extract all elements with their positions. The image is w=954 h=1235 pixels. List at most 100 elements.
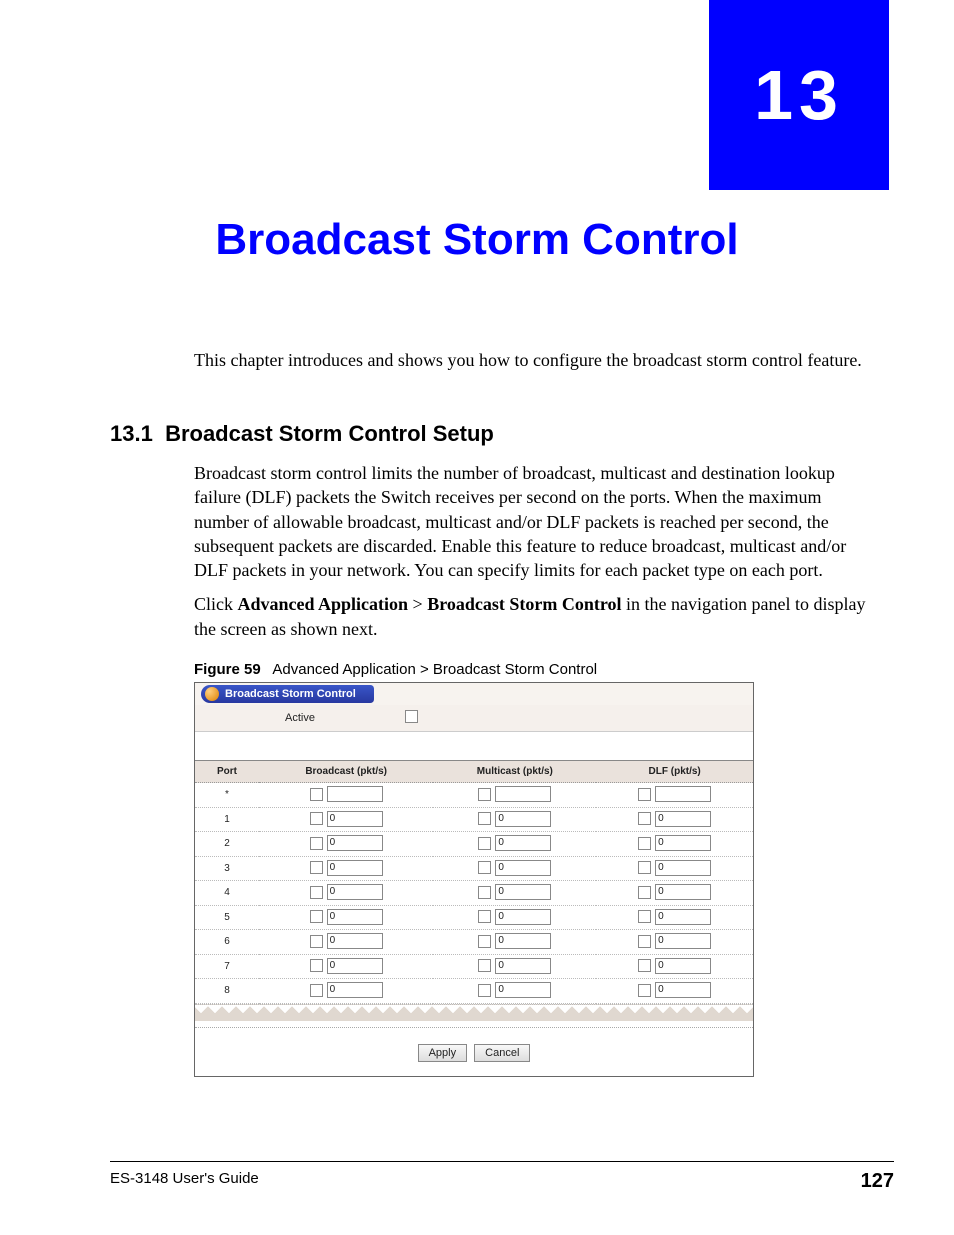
dlf-cell: 0 [596,807,753,832]
panel-title: Broadcast Storm Control [225,688,356,700]
dlf-checkbox[interactable] [638,886,651,899]
active-row: Active [195,705,753,732]
multicast-input[interactable]: 0 [495,835,551,851]
table-row: 1000 [195,807,753,832]
broadcast-checkbox[interactable] [310,837,323,850]
multicast-input[interactable]: 0 [495,860,551,876]
multicast-cell: 0 [433,930,596,955]
dlf-cell: 0 [596,954,753,979]
dlf-cell: 0 [596,881,753,906]
table-row: 6 0 0 0 [195,930,753,955]
section-heading: 13.1 Broadcast Storm Control Setup [110,421,870,447]
dlf-input[interactable] [655,786,711,802]
broadcast-cell: 0 [259,905,433,930]
broadcast-input[interactable]: 0 [327,860,383,876]
multicast-cell: 0 [433,905,596,930]
broadcast-input[interactable]: 0 [327,884,383,900]
dlf-input[interactable]: 0 [655,835,711,851]
broadcast-cell [259,783,433,808]
broadcast-input[interactable]: 0 [327,933,383,949]
multicast-cell [433,783,596,808]
dlf-checkbox[interactable] [638,837,651,850]
broadcast-cell: 0 [259,832,433,857]
active-checkbox[interactable] [405,710,418,723]
broadcast-checkbox[interactable] [310,886,323,899]
dlf-input[interactable]: 0 [655,811,711,827]
multicast-input[interactable] [495,786,551,802]
dlf-checkbox[interactable] [638,910,651,923]
multicast-cell: 0 [433,881,596,906]
multicast-checkbox[interactable] [478,935,491,948]
section-paragraph-1: Broadcast storm control limits the numbe… [194,461,870,582]
dlf-cell: 0 [596,930,753,955]
dlf-input[interactable]: 0 [655,884,711,900]
multicast-checkbox[interactable] [478,886,491,899]
broadcast-input[interactable]: 0 [327,982,383,998]
panel-banner: Broadcast Storm Control [195,683,753,705]
dlf-input[interactable]: 0 [655,933,711,949]
multicast-checkbox[interactable] [478,910,491,923]
multicast-input[interactable]: 0 [495,884,551,900]
banner-dot-icon [205,687,219,701]
broadcast-checkbox[interactable] [310,812,323,825]
multicast-cell: 0 [433,856,596,881]
button-row: Apply Cancel [195,1034,753,1076]
broadcast-checkbox[interactable] [310,984,323,997]
multicast-input[interactable]: 0 [495,811,551,827]
figure-title: Advanced Application > Broadcast Storm C… [272,661,597,678]
dlf-checkbox[interactable] [638,984,651,997]
dlf-input[interactable]: 0 [655,860,711,876]
multicast-input[interactable]: 0 [495,958,551,974]
multicast-checkbox[interactable] [478,861,491,874]
broadcast-checkbox[interactable] [310,861,323,874]
apply-button[interactable]: Apply [418,1044,468,1062]
table-row: 2000 [195,832,753,857]
chapter-number-box: 13 [709,0,889,190]
broadcast-cell: 0 [259,856,433,881]
dlf-checkbox[interactable] [638,812,651,825]
cancel-button[interactable]: Cancel [474,1044,530,1062]
multicast-input[interactable]: 0 [495,982,551,998]
broadcast-input[interactable]: 0 [327,811,383,827]
table-row: 8 0 0 0 [195,979,753,1004]
section-number: 13.1 [110,421,153,446]
ports-table: Port Broadcast (pkt/s) Multicast (pkt/s)… [195,761,753,1004]
figure-caption: Figure 59 Advanced Application > Broadca… [194,661,870,678]
port-cell: 5 [195,905,259,930]
screenshot-figure: Broadcast Storm Control Active Port Broa… [194,682,754,1077]
dlf-input[interactable]: 0 [655,909,711,925]
broadcast-checkbox[interactable] [310,910,323,923]
multicast-checkbox[interactable] [478,812,491,825]
broadcast-input[interactable]: 0 [327,958,383,974]
multicast-input[interactable]: 0 [495,933,551,949]
dlf-input[interactable]: 0 [655,958,711,974]
multicast-checkbox[interactable] [478,788,491,801]
broadcast-cell: 0 [259,881,433,906]
multicast-checkbox[interactable] [478,837,491,850]
port-cell: 6 [195,930,259,955]
dlf-checkbox[interactable] [638,861,651,874]
dlf-checkbox[interactable] [638,935,651,948]
col-header-broadcast: Broadcast (pkt/s) [259,761,433,783]
chapter-number: 13 [754,55,844,135]
multicast-cell: 0 [433,954,596,979]
multicast-input[interactable]: 0 [495,909,551,925]
broadcast-input[interactable] [327,786,383,802]
dlf-cell: 0 [596,905,753,930]
multicast-checkbox[interactable] [478,984,491,997]
chapter-title: Broadcast Storm Control [0,215,954,265]
section-title: Broadcast Storm Control Setup [165,421,494,446]
dlf-input[interactable]: 0 [655,982,711,998]
table-row: 7 0 0 0 [195,954,753,979]
broadcast-checkbox[interactable] [310,935,323,948]
port-cell: 7 [195,954,259,979]
broadcast-input[interactable]: 0 [327,835,383,851]
broadcast-input[interactable]: 0 [327,909,383,925]
port-cell: 8 [195,979,259,1004]
broadcast-cell: 0 [259,954,433,979]
dlf-checkbox[interactable] [638,788,651,801]
broadcast-checkbox[interactable] [310,788,323,801]
broadcast-checkbox[interactable] [310,959,323,972]
dlf-checkbox[interactable] [638,959,651,972]
multicast-checkbox[interactable] [478,959,491,972]
